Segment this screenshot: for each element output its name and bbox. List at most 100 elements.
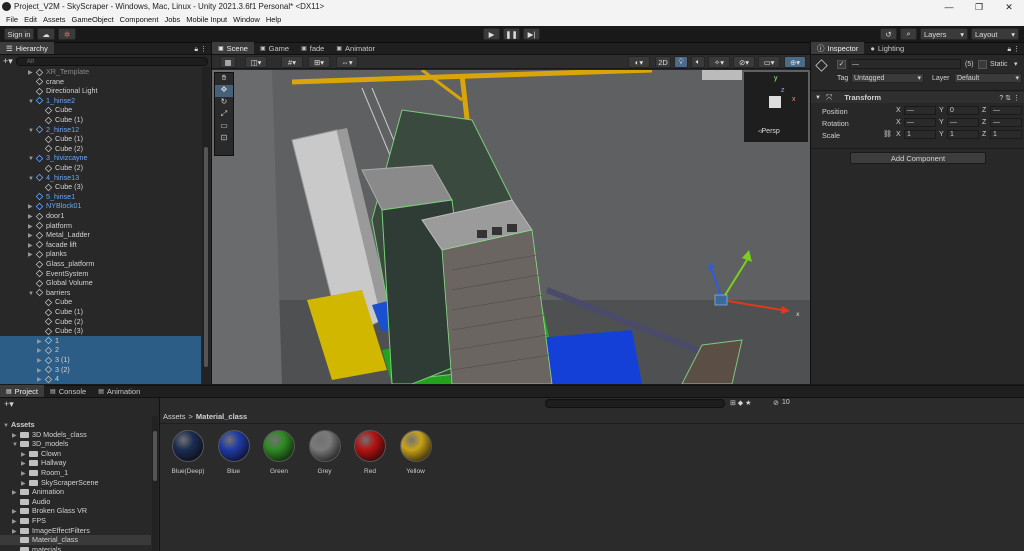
hierarchy-item[interactable]: ▶ 2 (0, 345, 201, 355)
effects-icon[interactable]: ✧▾ (708, 56, 730, 68)
lock-icon[interactable]: 🔒︎ ⋮ (194, 45, 207, 54)
material-asset[interactable]: Yellow (398, 430, 434, 475)
hierarchy-item[interactable]: crane (0, 77, 201, 87)
material-asset[interactable]: Blue(Deep) (170, 430, 206, 475)
hierarchy-item[interactable]: ▶ platform (0, 221, 201, 231)
hierarchy-item[interactable]: ▶ planks (0, 249, 201, 259)
menu-item-gameobject[interactable]: GameObject (72, 14, 114, 26)
lighting-icon[interactable]: 💡︎ (674, 56, 688, 68)
axis-y-label[interactable]: Y (939, 107, 944, 114)
axis-x-label[interactable]: X (896, 119, 901, 126)
shading-icon[interactable]: ◫▾ (245, 56, 267, 68)
hierarchy-item[interactable]: ▼ 1_hirise2 (0, 96, 201, 106)
hidden-objects-icon[interactable]: ⊘▾ (733, 56, 755, 68)
transform-scale-z-field[interactable]: 1 (990, 130, 1022, 139)
render-mode-icon[interactable]: ◐▾ (628, 56, 650, 68)
tab-console[interactable]: ▤ Console (44, 385, 92, 397)
active-checkbox[interactable]: ✓ (837, 60, 846, 69)
hierarchy-item[interactable]: ▶ 4 (0, 374, 201, 384)
tab-inspector[interactable]: ⓘ Inspector (811, 42, 865, 54)
project-folder[interactable]: ▶ ImageEffectFilters (0, 526, 151, 536)
orientation-gizmo[interactable]: y x z ◃Persp (744, 72, 808, 142)
maximize-icon[interactable]: ❐ (964, 0, 994, 14)
hierarchy-item[interactable]: ▶ NYBlock01 (0, 201, 201, 211)
axis-z-label[interactable]: Z (982, 107, 986, 114)
menu-item-window[interactable]: Window (233, 14, 260, 26)
axis-z-label[interactable]: Z (982, 119, 986, 126)
rotate-tool-icon[interactable]: ↻ (215, 97, 233, 109)
axis-x-label[interactable]: X (896, 131, 901, 138)
tab-scene[interactable]: ▣ Scene (212, 42, 254, 54)
snap-icon[interactable]: ⊞▾ (308, 56, 330, 68)
pause-button[interactable]: ❚❚ (503, 28, 520, 40)
tab-fade[interactable]: ▣ fade (295, 42, 330, 54)
tab-animation[interactable]: ▤ Animation (92, 385, 146, 397)
scale-tool-icon[interactable]: ⤢ (215, 109, 233, 121)
hierarchy-item[interactable]: ▼ 2_hirise12 (0, 125, 201, 135)
material-asset[interactable]: Blue (216, 430, 252, 475)
hierarchy-item[interactable]: ▼ barriers (0, 288, 201, 298)
hierarchy-item[interactable]: ▼ 3_hivizcayne (0, 153, 201, 163)
hierarchy-search-input[interactable] (15, 56, 208, 66)
project-folder[interactable]: Material_class (0, 535, 151, 545)
tab-lighting[interactable]: ● Lighting (864, 42, 910, 54)
hidden-packages-icon[interactable]: ⊘ (773, 399, 779, 407)
step-button[interactable]: ▶| (523, 28, 540, 40)
hierarchy-item[interactable]: ▶ facade lift (0, 240, 201, 250)
hand-tool-icon[interactable]: ✋︎ (215, 73, 233, 85)
transform-position-y-field[interactable]: 0 (947, 106, 979, 115)
move-tool-icon[interactable]: ✥ (215, 85, 233, 97)
hierarchy-item[interactable]: Cube (2) (0, 163, 201, 173)
static-checkbox[interactable] (978, 60, 987, 69)
project-folder[interactable]: ▶ FPS (0, 516, 151, 526)
persp-label[interactable]: ◃Persp (758, 127, 780, 135)
breadcrumb-root[interactable]: Assets (163, 412, 186, 421)
camera-icon[interactable]: ▭▾ (758, 56, 780, 68)
layer-dropdown[interactable]: Default ▾ (954, 73, 1022, 83)
draw-mode-icon[interactable]: ▦ (220, 56, 236, 68)
tab-animator[interactable]: ▣ Animator (330, 42, 381, 54)
cloud-icon[interactable]: ☁ (37, 28, 55, 40)
axis-z-label[interactable]: Z (982, 131, 986, 138)
hierarchy-item[interactable]: EventSystem (0, 269, 201, 279)
hierarchy-item[interactable]: 5_hirise1 (0, 192, 201, 202)
menu-item-mobile-input[interactable]: Mobile Input (186, 14, 227, 26)
transform-rotation-y-field[interactable]: — (947, 118, 979, 127)
minimize-icon[interactable]: — (934, 0, 964, 14)
rect-tool-icon[interactable]: ▭ (215, 121, 233, 133)
hierarchy-item[interactable]: ▶ 1 (0, 335, 201, 346)
project-folder[interactable]: ▶ 3D Models_class (0, 430, 151, 440)
add-icon[interactable]: +▾ (3, 56, 13, 67)
hierarchy-item[interactable]: Directional Light (0, 86, 201, 96)
transform-position-z-field[interactable]: — (990, 106, 1022, 115)
transform-rotation-x-field[interactable]: — (904, 118, 936, 127)
transform-rotation-z-field[interactable]: — (990, 118, 1022, 127)
hierarchy-item[interactable]: Glass_platform (0, 259, 201, 269)
project-folder[interactable]: ▶ Broken Glass VR (0, 506, 151, 516)
add-icon[interactable]: +▾ (4, 399, 14, 410)
scrollbar-thumb[interactable] (204, 147, 208, 367)
hierarchy-item[interactable]: ▶ 3 (1) (0, 355, 201, 365)
transform-tool-icon[interactable]: ⊡ (215, 133, 233, 145)
filter-icons[interactable]: ⊞ ◆ ★ (730, 399, 751, 407)
audio-icon[interactable]: 🔈︎ (691, 56, 705, 68)
increment-icon[interactable]: ⇔▾ (336, 56, 358, 68)
sign-in-button[interactable]: Sign in (4, 28, 34, 40)
hierarchy-item[interactable]: Cube (0, 297, 201, 307)
tag-dropdown[interactable]: Untagged ▾ (851, 73, 924, 83)
close-icon[interactable]: ✕ (994, 0, 1024, 14)
grid-icon[interactable]: #▾ (281, 56, 303, 68)
hierarchy-item[interactable]: ▼ 4_hirise13 (0, 173, 201, 183)
project-folder[interactable]: ▶ Animation (0, 487, 151, 497)
axis-y-label[interactable]: Y (939, 131, 944, 138)
hierarchy-item[interactable]: Global Volume (0, 278, 201, 288)
scene-viewport[interactable]: x (212, 70, 810, 384)
tab-game[interactable]: ▣ Game (254, 42, 295, 54)
component-menu-icon[interactable]: ? ⇅ ⋮ (999, 94, 1020, 102)
menu-item-assets[interactable]: Assets (43, 14, 66, 26)
menu-item-component[interactable]: Component (120, 14, 159, 26)
hierarchy-item[interactable]: Cube (3) (0, 182, 201, 192)
menu-item-edit[interactable]: Edit (24, 14, 37, 26)
scrollbar-thumb[interactable] (153, 431, 157, 481)
transform-header[interactable]: ▼ ⤧ Transform ? ⇅ ⋮ (811, 92, 1024, 103)
